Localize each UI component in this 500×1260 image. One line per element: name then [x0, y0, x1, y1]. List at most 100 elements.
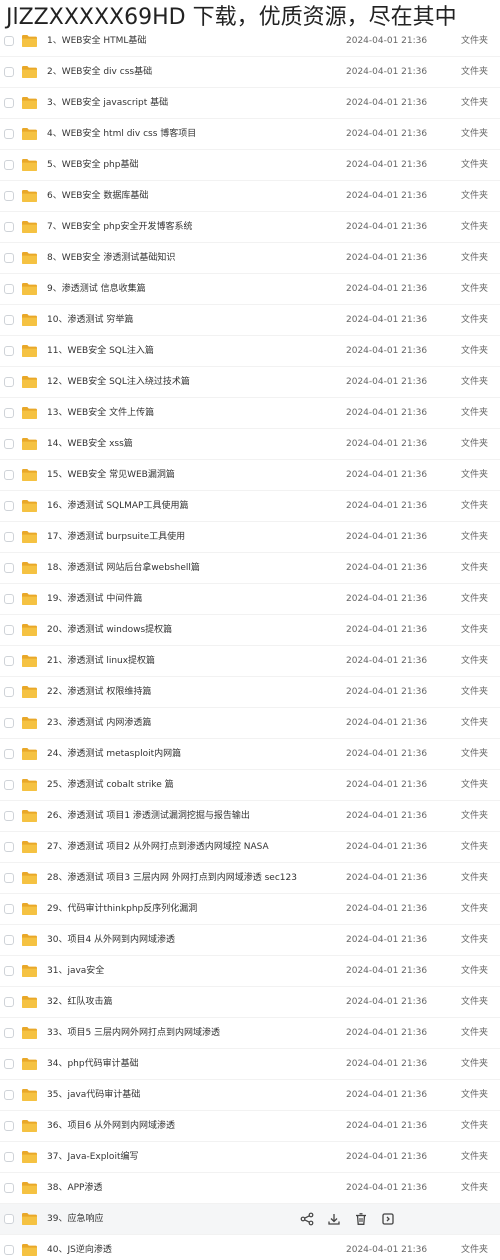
file-row[interactable]: 14、WEB安全 xss篇 2024-04-01 21:36 文件夹	[0, 429, 500, 460]
file-name[interactable]: 15、WEB安全 常见WEB漏洞篇	[47, 468, 175, 483]
file-row[interactable]: 25、渗透测试 cobalt strike 篇 2024-04-01 21:36 文…	[0, 770, 500, 801]
row-checkbox[interactable]	[4, 98, 14, 108]
file-name[interactable]: 25、渗透测试 cobalt strike 篇	[47, 778, 174, 793]
file-row[interactable]: 7、WEB安全 php安全开发博客系统 2024-04-01 21:36 文件夹	[0, 212, 500, 243]
file-row[interactable]: 9、渗透测试 信息收集篇 2024-04-01 21:36 文件夹	[0, 274, 500, 305]
row-checkbox[interactable]	[4, 439, 14, 449]
file-row[interactable]: 24、渗透测试 metasploit内网篇 2024-04-01 21:36 文件夹	[0, 739, 500, 770]
file-name[interactable]: 21、渗透测试 linux提权篇	[47, 654, 155, 669]
delete-icon[interactable]	[354, 1212, 368, 1227]
file-row[interactable]: 40、JS逆向渗透 2024-04-01 21:36 文件夹	[0, 1235, 500, 1260]
row-checkbox[interactable]	[4, 346, 14, 356]
file-row[interactable]: 31、java安全 2024-04-01 21:36 文件夹	[0, 956, 500, 987]
row-checkbox[interactable]	[4, 222, 14, 232]
file-row[interactable]: 12、WEB安全 SQL注入绕过技术篇 2024-04-01 21:36 文件夹	[0, 367, 500, 398]
file-name[interactable]: 40、JS逆向渗透	[47, 1243, 112, 1258]
file-row[interactable]: 37、Java-Exploit编写 2024-04-01 21:36 文件夹	[0, 1142, 500, 1173]
row-checkbox[interactable]	[4, 1183, 14, 1193]
file-row[interactable]: 26、渗透测试 项目1 渗透测试漏洞挖掘与报告输出 2024-04-01 21:3…	[0, 801, 500, 832]
file-name[interactable]: 8、WEB安全 渗透测试基础知识	[47, 251, 175, 266]
row-checkbox[interactable]	[4, 1152, 14, 1162]
row-checkbox[interactable]	[4, 625, 14, 635]
file-row[interactable]: 3、WEB安全 javascript 基础 2024-04-01 21:36 文件夹	[0, 88, 500, 119]
row-checkbox[interactable]	[4, 811, 14, 821]
row-checkbox[interactable]	[4, 1090, 14, 1100]
file-row[interactable]: 32、红队攻击篇 2024-04-01 21:36 文件夹	[0, 987, 500, 1018]
file-row[interactable]: 19、渗透测试 中间件篇 2024-04-01 21:36 文件夹	[0, 584, 500, 615]
row-checkbox[interactable]	[4, 780, 14, 790]
file-name[interactable]: 18、渗透测试 网站后台拿webshell篇	[47, 561, 200, 576]
file-name[interactable]: 2、WEB安全 div css基础	[47, 65, 152, 80]
row-checkbox[interactable]	[4, 315, 14, 325]
file-name[interactable]: 38、APP渗透	[47, 1181, 102, 1196]
file-row[interactable]: 28、渗透测试 项目3 三层内网 外网打点到内网域渗透 sec123 2024-0…	[0, 863, 500, 894]
file-name[interactable]: 3、WEB安全 javascript 基础	[47, 96, 168, 111]
file-row[interactable]: 36、项目6 从外网到内网域渗透 2024-04-01 21:36 文件夹	[0, 1111, 500, 1142]
file-row[interactable]: 33、项目5 三层内网外网打点到内网域渗透 2024-04-01 21:36 文件夹	[0, 1018, 500, 1049]
file-name[interactable]: 34、php代码审计基础	[47, 1057, 139, 1072]
file-row[interactable]: 38、APP渗透 2024-04-01 21:36 文件夹	[0, 1173, 500, 1204]
row-checkbox[interactable]	[4, 873, 14, 883]
file-name[interactable]: 29、代码审计thinkphp反序列化漏洞	[47, 902, 197, 917]
file-row[interactable]: 8、WEB安全 渗透测试基础知识 2024-04-01 21:36 文件夹	[0, 243, 500, 274]
row-checkbox[interactable]	[4, 749, 14, 759]
file-name[interactable]: 13、WEB安全 文件上传篇	[47, 406, 154, 421]
file-name[interactable]: 26、渗透测试 项目1 渗透测试漏洞挖掘与报告输出	[47, 809, 250, 824]
share-icon[interactable]	[300, 1212, 314, 1227]
row-checkbox[interactable]	[4, 935, 14, 945]
row-checkbox[interactable]	[4, 1059, 14, 1069]
row-checkbox[interactable]	[4, 1028, 14, 1038]
row-checkbox[interactable]	[4, 842, 14, 852]
file-row[interactable]: 5、WEB安全 php基础 2024-04-01 21:36 文件夹	[0, 150, 500, 181]
row-checkbox[interactable]	[4, 1245, 14, 1255]
file-row[interactable]: 34、php代码审计基础 2024-04-01 21:36 文件夹	[0, 1049, 500, 1080]
more-icon[interactable]	[381, 1212, 395, 1227]
file-name[interactable]: 30、项目4 从外网到内网域渗透	[47, 933, 175, 948]
file-name[interactable]: 24、渗透测试 metasploit内网篇	[47, 747, 181, 762]
download-icon[interactable]	[327, 1212, 341, 1227]
file-row[interactable]: 2、WEB安全 div css基础 2024-04-01 21:36 文件夹	[0, 57, 500, 88]
file-name[interactable]: 11、WEB安全 SQL注入篇	[47, 344, 154, 359]
row-checkbox[interactable]	[4, 1121, 14, 1131]
file-row[interactable]: 27、渗透测试 项目2 从外网打点到渗透内网域控 NASA 2024-04-01 …	[0, 832, 500, 863]
file-row[interactable]: 10、渗透测试 穷举篇 2024-04-01 21:36 文件夹	[0, 305, 500, 336]
file-name[interactable]: 27、渗透测试 项目2 从外网打点到渗透内网域控 NASA	[47, 840, 269, 855]
row-checkbox[interactable]	[4, 997, 14, 1007]
row-checkbox[interactable]	[4, 67, 14, 77]
row-checkbox[interactable]	[4, 408, 14, 418]
row-checkbox[interactable]	[4, 377, 14, 387]
file-name[interactable]: 6、WEB安全 数据库基础	[47, 189, 148, 204]
file-name[interactable]: 31、java安全	[47, 964, 104, 979]
row-checkbox[interactable]	[4, 253, 14, 263]
row-checkbox[interactable]	[4, 904, 14, 914]
file-row[interactable]: 22、渗透测试 权限维持篇 2024-04-01 21:36 文件夹	[0, 677, 500, 708]
file-row[interactable]: 29、代码审计thinkphp反序列化漏洞 2024-04-01 21:36 文件夹	[0, 894, 500, 925]
file-name[interactable]: 17、渗透测试 burpsuite工具使用	[47, 530, 185, 545]
file-row[interactable]: 21、渗透测试 linux提权篇 2024-04-01 21:36 文件夹	[0, 646, 500, 677]
file-row[interactable]: 4、WEB安全 html div css 博客项目 2024-04-01 21:3…	[0, 119, 500, 150]
row-checkbox[interactable]	[4, 191, 14, 201]
row-checkbox[interactable]	[4, 656, 14, 666]
file-name[interactable]: 10、渗透测试 穷举篇	[47, 313, 133, 328]
file-name[interactable]: 5、WEB安全 php基础	[47, 158, 138, 173]
row-checkbox[interactable]	[4, 1214, 14, 1224]
file-row[interactable]: 30、项目4 从外网到内网域渗透 2024-04-01 21:36 文件夹	[0, 925, 500, 956]
file-row[interactable]: 18、渗透测试 网站后台拿webshell篇 2024-04-01 21:36 文件…	[0, 553, 500, 584]
file-name[interactable]: 33、项目5 三层内网外网打点到内网域渗透	[47, 1026, 220, 1041]
file-row[interactable]: 17、渗透测试 burpsuite工具使用 2024-04-01 21:36 文件夹	[0, 522, 500, 553]
file-name[interactable]: 22、渗透测试 权限维持篇	[47, 685, 151, 700]
file-row[interactable]: 23、渗透测试 内网渗透篇 2024-04-01 21:36 文件夹	[0, 708, 500, 739]
row-checkbox[interactable]	[4, 532, 14, 542]
row-checkbox[interactable]	[4, 284, 14, 294]
file-name[interactable]: 16、渗透测试 SQLMAP工具使用篇	[47, 499, 188, 514]
row-checkbox[interactable]	[4, 160, 14, 170]
row-checkbox[interactable]	[4, 36, 14, 46]
file-name[interactable]: 28、渗透测试 项目3 三层内网 外网打点到内网域渗透 sec123	[47, 871, 297, 886]
row-checkbox[interactable]	[4, 966, 14, 976]
row-checkbox[interactable]	[4, 687, 14, 697]
row-checkbox[interactable]	[4, 470, 14, 480]
file-name[interactable]: 37、Java-Exploit编写	[47, 1150, 138, 1165]
file-name[interactable]: 9、渗透测试 信息收集篇	[47, 282, 146, 297]
file-row[interactable]: 20、渗透测试 windows提权篇 2024-04-01 21:36 文件夹	[0, 615, 500, 646]
file-name[interactable]: 39、应急响应	[47, 1212, 103, 1227]
